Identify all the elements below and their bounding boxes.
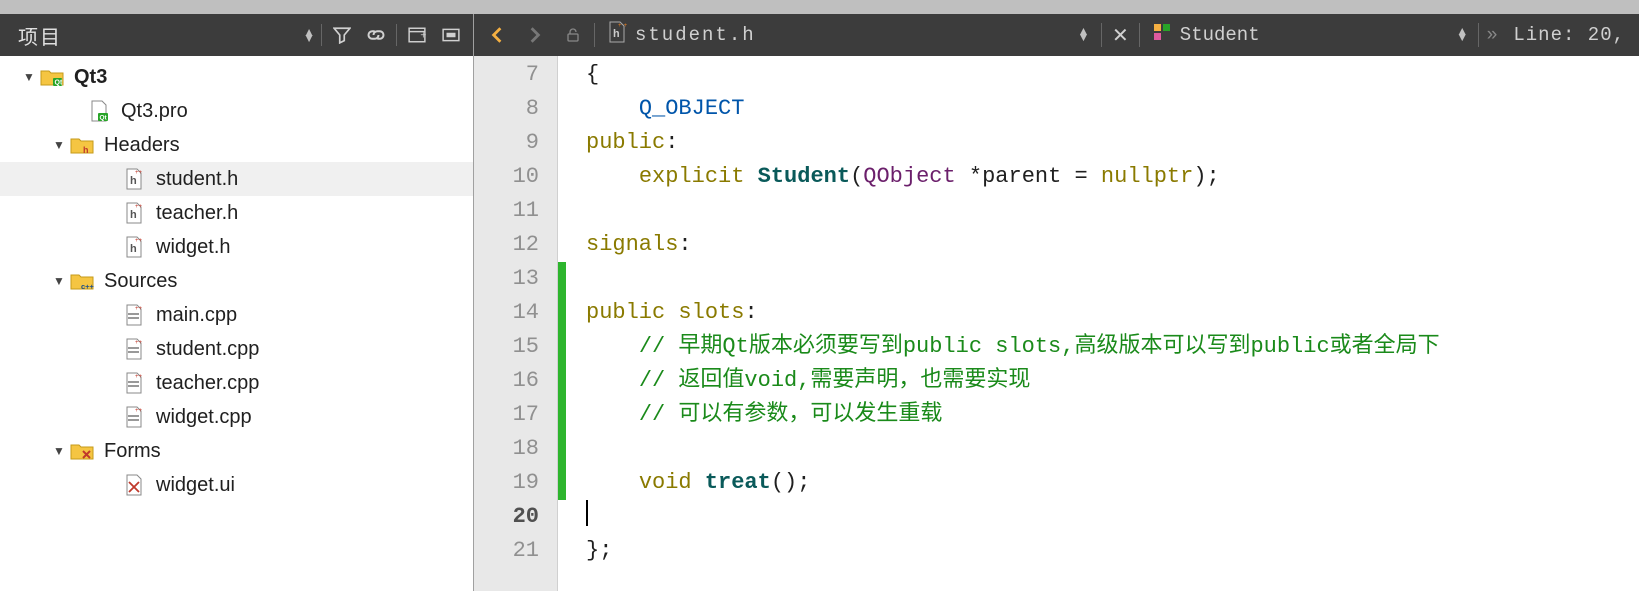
nav-back-icon[interactable] (480, 20, 514, 50)
tree-item-label: widget.h (156, 236, 231, 259)
file-h-icon: h++ (120, 235, 148, 259)
line-gutter: 789101112131415161718192021 (474, 56, 558, 591)
svg-text:++: ++ (135, 306, 143, 312)
link-icon[interactable] (362, 21, 390, 49)
file-pro-icon: Qt (85, 99, 113, 123)
tree-item-label: main.cpp (156, 304, 237, 327)
file-h-icon: h++ (120, 167, 148, 191)
code-editor[interactable]: 789101112131415161718192021 { Q_OBJECTpu… (474, 56, 1639, 591)
folder-qt-icon: Qt (38, 65, 66, 89)
separator (594, 23, 595, 47)
file-cpp-icon: ++ (120, 303, 148, 327)
file-cpp-icon: ++ (120, 371, 148, 395)
svg-text:h: h (130, 243, 137, 255)
svg-text:++: ++ (135, 238, 143, 244)
separator (1101, 23, 1102, 47)
lock-icon[interactable] (556, 20, 590, 50)
window-titlebar-spacer (0, 0, 1639, 14)
svg-text:h: h (130, 175, 137, 187)
tree-item-label: teacher.cpp (156, 372, 259, 395)
project-panel: 项目 ▲▼ + ▼ Qt Qt3 Qt Qt3.pro (0, 14, 474, 591)
svg-text:Qt: Qt (55, 80, 63, 87)
nav-forward-icon[interactable] (518, 20, 552, 50)
tree-folder-sources[interactable]: ▼ c++ Sources (0, 264, 473, 298)
tree-item-label: teacher.h (156, 202, 238, 225)
file-cpp-icon: ++ (120, 337, 148, 361)
svg-text:c++: c++ (81, 282, 94, 291)
separator (1139, 23, 1140, 47)
folder-form-icon (68, 439, 96, 463)
svg-text:++: ++ (135, 170, 143, 176)
symbol-dropdown[interactable]: Student ▲▼ (1144, 22, 1474, 48)
svg-text:+: + (420, 30, 426, 41)
tree-item-label: Qt3 (74, 66, 107, 89)
split-add-icon[interactable]: + (403, 21, 431, 49)
project-tree[interactable]: ▼ Qt Qt3 Qt Qt3.pro ▼ h Headers h++ (0, 56, 473, 591)
svg-text:h: h (613, 29, 622, 41)
split-collapse-icon[interactable] (437, 21, 465, 49)
close-tab-icon[interactable]: ✕ (1106, 23, 1135, 48)
file-h-icon: h++ (120, 201, 148, 225)
file-ui-icon (120, 473, 148, 497)
tree-item-header[interactable]: h++ student.h (0, 162, 473, 196)
file-cpp-icon: ++ (120, 405, 148, 429)
tree-item-form[interactable]: widget.ui (0, 468, 473, 502)
project-panel-title: 项目 (18, 21, 297, 50)
svg-text:++: ++ (135, 374, 143, 380)
separator (396, 24, 397, 46)
class-icon (1152, 22, 1172, 48)
file-switcher[interactable]: ▲▼ (1080, 29, 1089, 41)
tree-item-label: Headers (104, 134, 180, 157)
tree-item-source[interactable]: ++ main.cpp (0, 298, 473, 332)
symbol-switcher[interactable]: ▲▼ (1459, 29, 1466, 41)
file-tab[interactable]: h++ student.h ▲▼ (599, 21, 1097, 49)
tree-item-label: Qt3.pro (121, 100, 188, 123)
folder-h-icon: h (68, 133, 96, 157)
svg-text:++: ++ (618, 22, 627, 29)
svg-text:++: ++ (135, 204, 143, 210)
cursor-line-info: Line: 20, (1505, 24, 1633, 46)
separator (1478, 23, 1479, 47)
folder-cpp-icon: c++ (68, 269, 96, 293)
file-h-icon: h++ (607, 21, 627, 49)
symbol-label: Student (1180, 24, 1260, 46)
file-tab-label: student.h (635, 24, 756, 46)
filter-icon[interactable] (328, 21, 356, 49)
svg-text:++: ++ (135, 340, 143, 346)
editor-panel: h++ student.h ▲▼ ✕ Student ▲▼ » Line: 20… (474, 14, 1639, 591)
app-root: 项目 ▲▼ + ▼ Qt Qt3 Qt Qt3.pro (0, 0, 1639, 591)
tree-item-label: Forms (104, 440, 161, 463)
tree-item-header[interactable]: h++ teacher.h (0, 196, 473, 230)
svg-text:h: h (83, 145, 89, 155)
separator (321, 24, 322, 46)
svg-text:h: h (130, 209, 137, 221)
main-split: 项目 ▲▼ + ▼ Qt Qt3 Qt Qt3.pro (0, 14, 1639, 591)
tree-item-profile[interactable]: Qt Qt3.pro (0, 94, 473, 128)
change-marker-strip (558, 56, 566, 591)
tree-item-label: Sources (104, 270, 177, 293)
tree-item-label: student.h (156, 168, 238, 191)
tree-item-label: student.cpp (156, 338, 259, 361)
project-panel-header: 项目 ▲▼ + (0, 14, 473, 56)
tree-project-root[interactable]: ▼ Qt Qt3 (0, 60, 473, 94)
tree-item-source[interactable]: ++ teacher.cpp (0, 366, 473, 400)
svg-text:Qt: Qt (100, 115, 108, 122)
tree-folder-headers[interactable]: ▼ h Headers (0, 128, 473, 162)
tree-item-source[interactable]: ++ student.cpp (0, 332, 473, 366)
svg-text:++: ++ (135, 408, 143, 414)
tree-item-header[interactable]: h++ widget.h (0, 230, 473, 264)
panel-switcher[interactable]: ▲▼ (303, 29, 315, 41)
expand-icon[interactable]: » (1483, 24, 1502, 46)
editor-toolbar: h++ student.h ▲▼ ✕ Student ▲▼ » Line: 20… (474, 14, 1639, 56)
tree-item-label: widget.cpp (156, 406, 252, 429)
code-content[interactable]: { Q_OBJECTpublic: explicit Student(QObje… (566, 56, 1639, 591)
tree-folder-forms[interactable]: ▼ Forms (0, 434, 473, 468)
tree-item-label: widget.ui (156, 474, 235, 497)
tree-item-source[interactable]: ++ widget.cpp (0, 400, 473, 434)
